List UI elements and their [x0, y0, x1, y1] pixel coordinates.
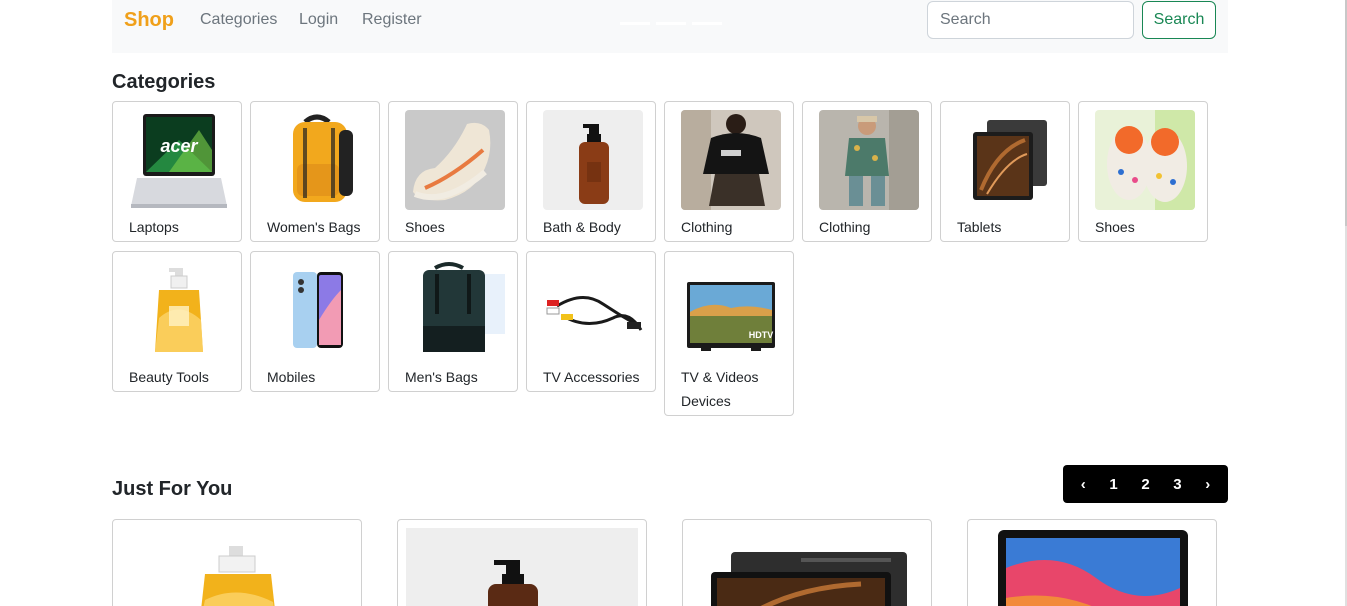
category-label: Clothing — [819, 219, 871, 235]
carousel-indicators[interactable] — [620, 22, 722, 25]
backpack-image — [267, 110, 367, 210]
pagination-page-3[interactable]: 3 — [1173, 476, 1181, 493]
tablet-image — [691, 528, 923, 606]
television-image: HDTV — [681, 260, 781, 360]
category-label: TV & Videos Devices — [681, 369, 759, 409]
soap-bottle-image — [406, 528, 638, 606]
search-button[interactable]: Search — [1142, 1, 1216, 39]
laptop-image: acer — [129, 110, 229, 210]
pagination-next-button[interactable]: › — [1205, 476, 1210, 493]
category-label: Bath & Body — [543, 219, 621, 235]
backpack-image — [405, 260, 505, 360]
lotion-bottle-image — [121, 528, 353, 606]
category-label: TV Accessories — [543, 369, 640, 385]
product-card[interactable] — [967, 519, 1217, 606]
product-card[interactable] — [112, 519, 362, 606]
category-card-tablets[interactable]: Tablets — [940, 101, 1070, 242]
category-card-clothing-1[interactable]: Clothing — [664, 101, 794, 242]
category-label: Tablets — [957, 219, 1002, 235]
pagination-page-1[interactable]: 1 — [1109, 476, 1117, 493]
nav-link-login[interactable]: Login — [299, 11, 338, 29]
category-label: Shoes — [405, 219, 445, 235]
category-card-laptops[interactable]: acer Laptops — [112, 101, 242, 242]
svg-text:acer: acer — [160, 136, 198, 156]
category-card-shoes-2[interactable]: Shoes — [1078, 101, 1208, 242]
category-card-beauty-tools[interactable]: Beauty Tools — [112, 251, 242, 392]
category-label: Men's Bags — [405, 369, 478, 385]
just-for-you-title: Just For You — [112, 478, 233, 500]
navbar: Shop Categories Login Register Search — [112, 0, 1228, 53]
categories-title: Categories — [112, 71, 216, 93]
category-card-tv-accessories[interactable]: TV Accessories — [526, 251, 656, 392]
sneaker-image — [405, 110, 505, 210]
pagination-prev-button[interactable]: ‹ — [1081, 476, 1086, 493]
category-card-clothing-2[interactable]: Clothing — [802, 101, 932, 242]
category-label: Mobiles — [267, 369, 316, 385]
svg-text:HDTV: HDTV — [749, 330, 774, 340]
phone-image — [267, 260, 367, 360]
nav-link-categories[interactable]: Categories — [200, 11, 277, 29]
product-card[interactable] — [397, 519, 647, 606]
category-card-shoes[interactable]: Shoes — [388, 101, 518, 242]
category-card-womens-bags[interactable]: Women's Bags — [250, 101, 380, 242]
search-input[interactable] — [927, 1, 1134, 39]
category-card-mobiles[interactable]: Mobiles — [250, 251, 380, 392]
tablet-image — [957, 110, 1057, 210]
clothing-model-image — [819, 110, 919, 210]
category-label: Beauty Tools — [129, 369, 209, 385]
category-label: Clothing — [681, 219, 733, 235]
nav-link-register[interactable]: Register — [362, 11, 422, 29]
category-card-bath-body[interactable]: Bath & Body — [526, 101, 656, 242]
laptop-image — [976, 528, 1208, 606]
category-label: Laptops — [129, 219, 179, 235]
brand-logo[interactable]: Shop — [124, 9, 174, 32]
category-card-tv-video-devices[interactable]: HDTV TV & Videos Devices — [664, 251, 794, 416]
soap-bottle-image — [543, 110, 643, 210]
product-card[interactable] — [682, 519, 932, 606]
clothing-model-image — [681, 110, 781, 210]
category-label: Women's Bags — [267, 219, 361, 235]
clog-shoes-image — [1095, 110, 1195, 210]
lotion-bottle-image — [129, 260, 229, 360]
pagination-page-2[interactable]: 2 — [1141, 476, 1149, 493]
pagination: ‹ 1 2 3 › — [1063, 465, 1228, 503]
category-card-mens-bags[interactable]: Men's Bags — [388, 251, 518, 392]
category-label: Shoes — [1095, 219, 1135, 235]
av-cable-image — [543, 260, 643, 360]
